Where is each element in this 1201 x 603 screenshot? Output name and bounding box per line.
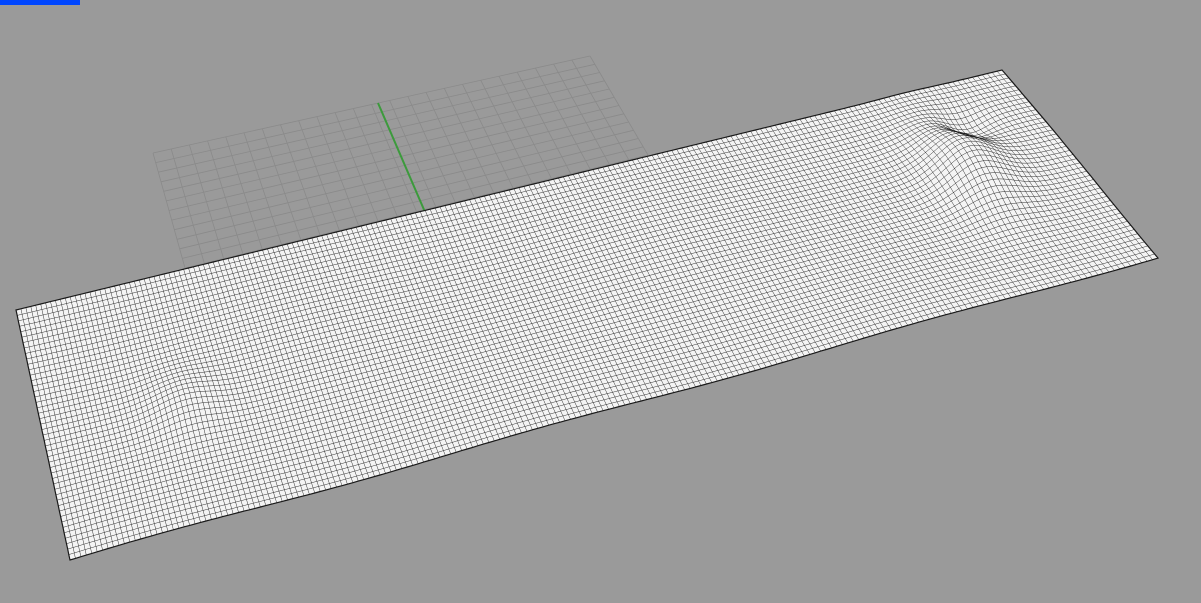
perspective-viewport[interactable] [0,0,1201,603]
viewport-title-tab[interactable] [0,0,80,5]
viewport-canvas[interactable] [0,0,1201,603]
terrain-mesh-surface[interactable] [15,69,1160,561]
